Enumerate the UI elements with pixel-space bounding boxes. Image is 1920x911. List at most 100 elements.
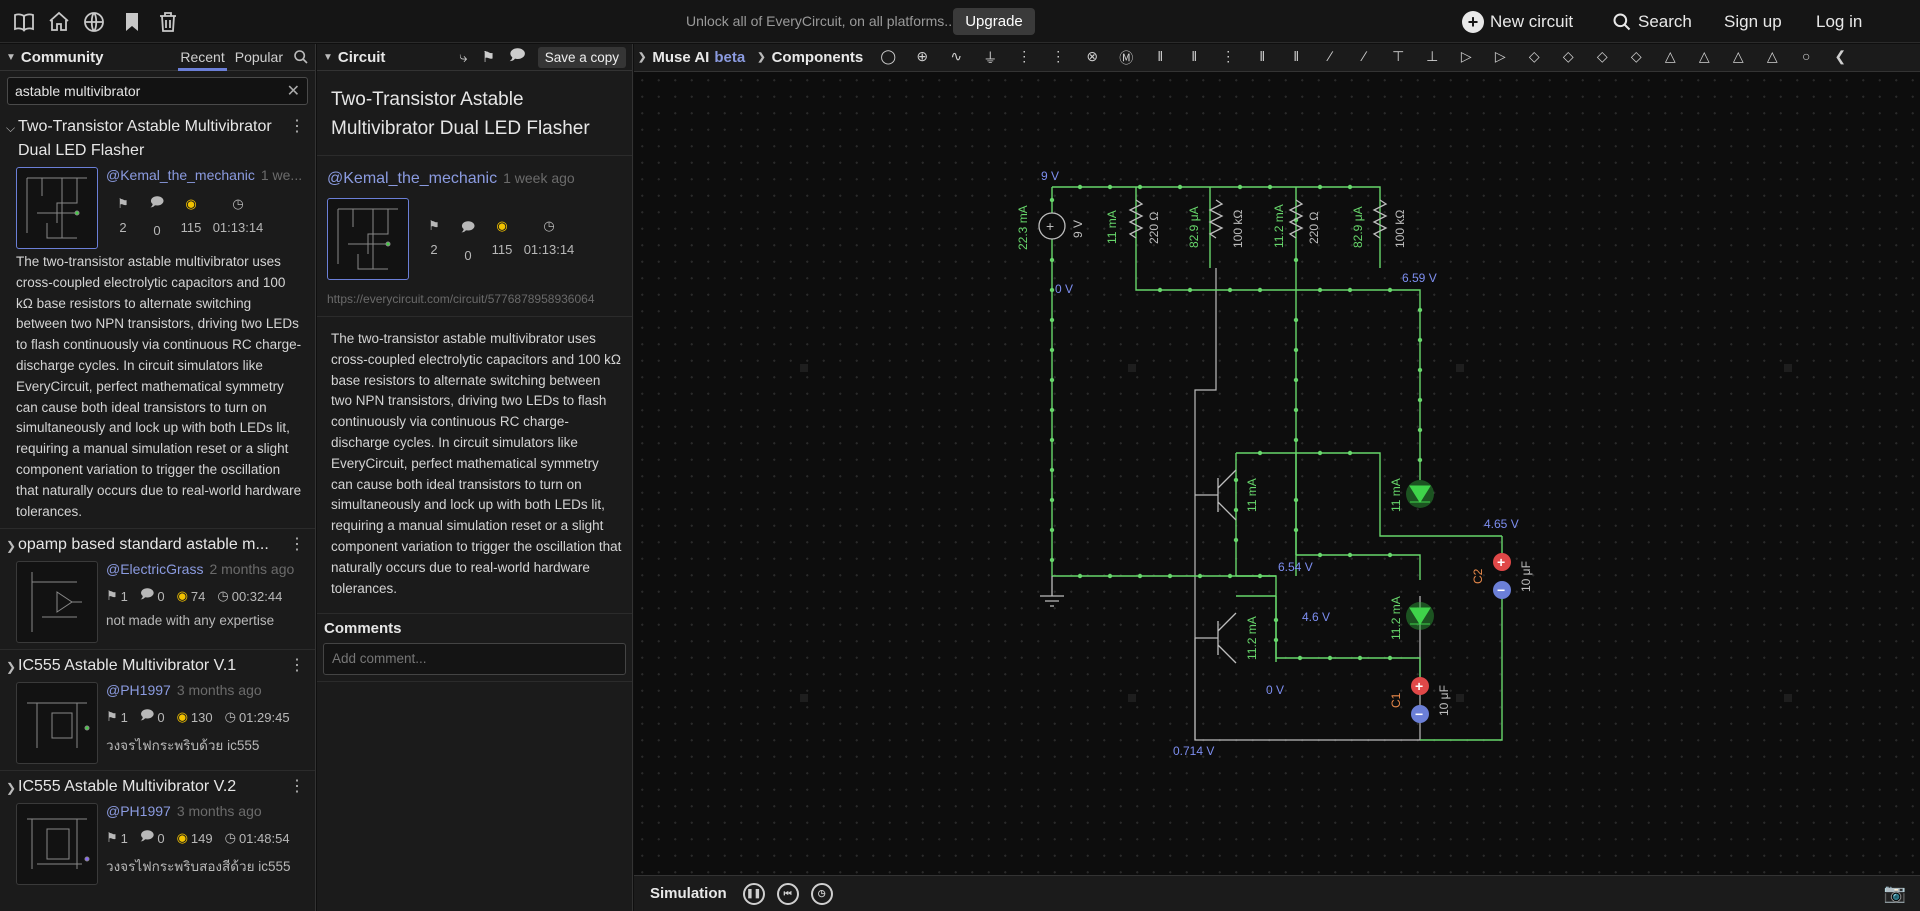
item-title[interactable]: Two-Transistor Astable Multivibrator Dua… — [18, 115, 293, 163]
circuit-thumbnail[interactable] — [16, 561, 98, 644]
chevron-right-icon[interactable]: ❯ — [757, 52, 765, 63]
resistor-icon[interactable]: ⋮ — [1007, 48, 1041, 68]
search-button[interactable]: Search — [1612, 10, 1692, 34]
view-count: 115 — [180, 220, 202, 235]
item-author[interactable]: @ElectricGrass — [106, 561, 203, 577]
dc-source-icon[interactable]: ⊕ — [905, 48, 939, 68]
comment-input[interactable]: Add comment... — [323, 643, 626, 676]
signup-link[interactable]: Sign up — [1724, 10, 1782, 34]
clock-icon[interactable]: ◷ — [810, 882, 833, 905]
new-circuit-label: New circuit — [1490, 12, 1574, 31]
chevron-right-icon[interactable]: ❯ — [638, 52, 646, 63]
item-author[interactable]: @PH1997 — [106, 682, 171, 698]
push-button-icon[interactable]: ⊤ — [1381, 48, 1415, 68]
node-voltage: 6.54 V — [1278, 560, 1313, 574]
muse-ai-tab[interactable]: Muse AI — [652, 49, 709, 66]
item-description: not made with any expertise — [106, 613, 275, 629]
pmos-icon[interactable]: ◇ — [1619, 48, 1653, 68]
schematic-canvas[interactable]: + + − + − 9 V 9 V 22.3 mA 0 V 11 mA 220 Ω … — [634, 72, 1920, 875]
list-item[interactable]: ❯ IC555 Astable Multivibrator V.1 ⋮ @PH199… — [0, 650, 315, 772]
polarized-capacitor-icon[interactable]: ‖ — [1177, 48, 1211, 68]
switch-icon[interactable]: ∕ — [1313, 48, 1347, 68]
probe-icon[interactable]: ○ — [1789, 48, 1823, 68]
item-author[interactable]: @PH1997 — [106, 803, 171, 819]
components-tab[interactable]: Components — [772, 49, 864, 66]
nmos-icon[interactable]: ◇ — [1585, 48, 1619, 68]
list-item[interactable]: ⌵ Two-Transistor Astable Multivibrator Du… — [0, 111, 315, 530]
globe-icon[interactable] — [82, 10, 106, 34]
upgrade-button[interactable]: Upgrade — [953, 8, 1035, 35]
rewind-icon[interactable]: ⏮ — [776, 882, 799, 905]
relay-icon[interactable]: ⊥ — [1415, 48, 1449, 68]
transistor-q1[interactable] — [1195, 469, 1237, 521]
inductor-icon[interactable]: ⋮ — [1211, 48, 1245, 68]
chevron-down-icon[interactable]: ▼ — [323, 52, 333, 63]
more-icon[interactable]: ⋮ — [289, 533, 305, 557]
transformer-icon[interactable]: ‖ — [1245, 48, 1279, 68]
npn-icon[interactable]: ◇ — [1517, 48, 1551, 68]
lamp-icon[interactable]: ⊗ — [1075, 48, 1109, 68]
item-title[interactable]: opamp based standard astable m... — [18, 533, 269, 557]
opamp-icon[interactable]: △ — [1653, 48, 1687, 68]
ground-icon[interactable]: ⏚ — [973, 48, 1007, 68]
circuit-url[interactable]: https://everycircuit.com/circuit/5776878… — [327, 292, 622, 306]
view-count: 130 — [190, 709, 213, 725]
bookmark-icon[interactable]: ⚑ — [482, 48, 495, 66]
motor-icon[interactable]: Ⓜ — [1109, 48, 1143, 68]
chevron-down-icon[interactable]: ⌵ — [6, 116, 15, 140]
save-copy-button[interactable]: Save a copy — [537, 46, 626, 68]
chevron-down-icon[interactable]: ▼ — [6, 52, 16, 63]
login-link[interactable]: Log in — [1816, 10, 1862, 34]
comparator-icon[interactable]: △ — [1687, 48, 1721, 68]
item-author[interactable]: @Kemal_the_mechanic — [106, 167, 255, 183]
community-search-input[interactable]: astable multivibrator ✕ — [7, 77, 308, 105]
more-icon[interactable]: ⋮ — [289, 775, 305, 799]
transistor-q2[interactable] — [1195, 612, 1237, 664]
search-icon[interactable] — [293, 49, 309, 65]
diode-icon[interactable]: ▷ — [1449, 48, 1483, 68]
circuit-author[interactable]: @Kemal_the_mechanic — [327, 170, 497, 187]
circuit-thumbnail[interactable] — [16, 682, 98, 765]
thyristor-icon[interactable]: △ — [1721, 48, 1755, 68]
chevron-right-icon[interactable]: ❯ — [6, 534, 16, 558]
book-icon[interactable] — [12, 10, 36, 34]
comment-icon: 🗩 — [149, 194, 165, 209]
triac-icon[interactable]: △ — [1755, 48, 1789, 68]
home-icon[interactable] — [47, 10, 71, 34]
chevron-right-icon[interactable]: ❯ — [6, 655, 16, 679]
more-icon[interactable]: ⋮ — [289, 115, 305, 139]
pnp-icon[interactable]: ◇ — [1551, 48, 1585, 68]
tab-recent[interactable]: Recent — [178, 49, 228, 71]
circuit-thumbnail[interactable] — [327, 198, 409, 280]
coupled-inductor-icon[interactable]: ‖ — [1279, 48, 1313, 68]
ac-source-icon[interactable]: ∿ — [939, 48, 973, 68]
trash-icon[interactable] — [156, 10, 180, 34]
bookmark-count: 1 — [120, 588, 128, 604]
pause-icon[interactable]: ❚❚ — [742, 882, 765, 905]
tab-popular[interactable]: Popular — [235, 49, 283, 65]
more-icon[interactable]: ⋮ — [289, 654, 305, 678]
chevron-right-icon[interactable]: ❯ — [6, 776, 16, 800]
item-title[interactable]: IC555 Astable Multivibrator V.2 — [18, 775, 236, 799]
ground-symbol[interactable] — [1040, 595, 1064, 607]
potentiometer-icon[interactable]: ⋮ — [1041, 48, 1075, 68]
camera-icon[interactable]: 📷 — [1884, 883, 1906, 904]
clear-icon[interactable]: ✕ — [287, 81, 300, 101]
zener-icon[interactable]: ▷ — [1483, 48, 1517, 68]
list-item[interactable]: ❯ IC555 Astable Multivibrator V.2 ⋮ @PH199… — [0, 771, 315, 891]
circuit-thumbnail[interactable] — [16, 803, 98, 886]
schematic[interactable]: + +− +− 9 V 9 V 22.3 mA 0 V 11 mA 220 Ω … — [634, 72, 1920, 875]
node-voltage: 6.59 V — [1402, 271, 1437, 285]
circuit-thumbnail[interactable] — [16, 167, 98, 249]
more-components-icon[interactable]: ❮ — [1823, 48, 1857, 68]
new-circuit-button[interactable]: + New circuit — [1462, 10, 1573, 34]
capacitor-icon[interactable]: ‖ — [1143, 48, 1177, 68]
comment-icon[interactable]: 🗩 — [509, 45, 526, 70]
bookmark-icon[interactable] — [120, 10, 144, 34]
share-icon[interactable]: ⤷ — [459, 49, 467, 66]
spdt-switch-icon[interactable]: ∕ — [1347, 48, 1381, 68]
resistor-r2[interactable] — [1208, 199, 1224, 239]
ammeter-icon[interactable]: ◯ — [871, 48, 905, 68]
list-item[interactable]: ❯ opamp based standard astable m... ⋮ @Ele… — [0, 529, 315, 651]
item-title[interactable]: IC555 Astable Multivibrator V.1 — [18, 654, 236, 678]
